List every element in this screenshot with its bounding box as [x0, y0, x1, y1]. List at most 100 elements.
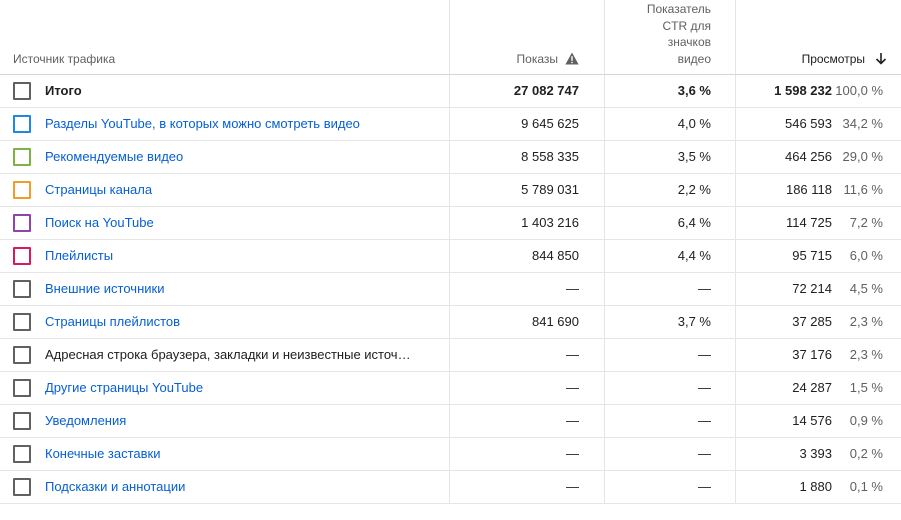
ctr-value: 3,5 %	[677, 149, 711, 164]
traffic-source-name[interactable]: Страницы плейлистов	[45, 306, 180, 338]
table-row: Подсказки и аннотации — — 1 880 0,1 %	[0, 471, 901, 504]
traffic-source-name: Адресная строка браузера, закладки и неи…	[45, 347, 411, 362]
header-ctr-line: видео	[677, 51, 711, 66]
traffic-source-name[interactable]: Подсказки и аннотации	[45, 471, 185, 503]
ctr-value: 4,4 %	[677, 248, 711, 263]
views-value: 3 393	[799, 446, 832, 461]
table-row: Внешние источники — — 72 214 4,5 %	[0, 273, 901, 306]
table-row: Плейлисты 844 850 4,4 % 95 715 6,0 %	[0, 240, 901, 273]
table-row: Рекомендуемые видео 8 558 335 3,5 % 464 256…	[0, 141, 901, 174]
views-value: 114 725	[785, 215, 832, 230]
row-checkbox[interactable]	[13, 313, 31, 331]
header-ctr[interactable]: Показатель CTR для значков видео	[647, 1, 711, 67]
row-checkbox[interactable]	[13, 412, 31, 430]
row-checkbox[interactable]	[13, 445, 31, 463]
ctr-value: —	[698, 380, 711, 395]
ctr-value: 4,0 %	[677, 116, 711, 131]
row-checkbox[interactable]	[13, 148, 31, 166]
traffic-source-name[interactable]: Плейлисты	[45, 240, 113, 272]
views-value: 24 287	[792, 380, 832, 395]
header-impressions-label: Показы	[516, 51, 558, 66]
table-row: Конечные заставки — — 3 393 0,2 %	[0, 438, 901, 471]
table-row: Другие страницы YouTube — — 24 287 1,5 %	[0, 372, 901, 405]
header-views-label: Просмотры	[801, 51, 865, 66]
views-value: 37 176	[792, 347, 832, 362]
views-percent: 4,5 %	[849, 281, 883, 296]
impressions-value: 841 690	[532, 314, 579, 329]
traffic-source-name[interactable]: Поиск на YouTube	[45, 207, 154, 239]
row-checkbox[interactable]	[13, 346, 31, 364]
ctr-value: —	[698, 479, 711, 494]
views-percent: 29,0 %	[842, 149, 883, 164]
impressions-value: 8 558 335	[521, 149, 579, 164]
views-value: 14 576	[792, 413, 832, 428]
row-checkbox[interactable]	[13, 280, 31, 298]
table-row: Страницы канала 5 789 031 2,2 % 186 118 11,6…	[0, 174, 901, 207]
views-value: 1 598 232	[774, 83, 832, 98]
impressions-value: —	[566, 281, 579, 296]
row-checkbox[interactable]	[13, 214, 31, 232]
impressions-value: 27 082 747	[513, 83, 579, 98]
header-views[interactable]: Просмотры	[802, 51, 887, 68]
views-value: 464 256	[785, 149, 832, 164]
impressions-value: 1 403 216	[521, 215, 579, 230]
traffic-source-table: Источник трафика Показы Показатель CTR д…	[0, 0, 901, 504]
row-checkbox[interactable]	[13, 115, 31, 133]
impressions-value: —	[566, 380, 579, 395]
ctr-value: —	[698, 446, 711, 461]
traffic-source-name[interactable]: Рекомендуемые видео	[45, 141, 183, 173]
views-percent: 0,2 %	[849, 446, 883, 461]
views-percent: 34,2 %	[842, 116, 883, 131]
traffic-source-name[interactable]: Уведомления	[45, 405, 126, 437]
row-checkbox[interactable]	[13, 82, 31, 100]
views-value: 72 214	[792, 281, 832, 296]
ctr-value: 2,2 %	[677, 182, 711, 197]
sort-descending-arrow-icon	[875, 53, 887, 65]
traffic-source-name[interactable]: Разделы YouTube, в которых можно смотрет…	[45, 108, 360, 140]
table-header: Источник трафика Показы Показатель CTR д…	[0, 0, 901, 75]
ctr-value: 6,4 %	[677, 215, 711, 230]
row-checkbox[interactable]	[13, 181, 31, 199]
impressions-value: —	[566, 479, 579, 494]
impressions-value: —	[566, 413, 579, 428]
header-ctr-line: CTR для	[662, 18, 712, 33]
impressions-value: —	[566, 347, 579, 362]
impressions-value: 9 645 625	[521, 116, 579, 131]
total-row: Итого 27 082 747 3,6 % 1 598 232 100,0 %	[0, 75, 901, 108]
table-body: Итого 27 082 747 3,6 % 1 598 232 100,0 % Разд…	[0, 75, 901, 504]
views-value: 37 285	[792, 314, 832, 329]
header-ctr-line: значков	[667, 35, 711, 49]
warning-icon[interactable]	[565, 52, 579, 65]
views-percent: 100,0 %	[835, 83, 883, 98]
table-row: Уведомления — — 14 576 0,9 %	[0, 405, 901, 438]
header-ctr-line: Показатель	[646, 2, 711, 16]
views-percent: 1,5 %	[849, 380, 883, 395]
row-checkbox[interactable]	[13, 379, 31, 397]
traffic-source-name[interactable]: Внешние источники	[45, 273, 164, 305]
views-value: 546 593	[785, 116, 832, 131]
table-row: Разделы YouTube, в которых можно смотрет…	[0, 108, 901, 141]
traffic-source-name[interactable]: Страницы канала	[45, 174, 152, 206]
row-checkbox[interactable]	[13, 478, 31, 496]
traffic-source-name[interactable]: Конечные заставки	[45, 438, 161, 470]
views-percent: 0,9 %	[849, 413, 883, 428]
impressions-value: 844 850	[532, 248, 579, 263]
ctr-value: 3,7 %	[677, 314, 711, 329]
header-traffic-source[interactable]: Источник трафика	[13, 51, 115, 68]
table-row: Поиск на YouTube 1 403 216 6,4 % 114 725 7,2…	[0, 207, 901, 240]
views-value: 95 715	[792, 248, 832, 263]
traffic-source-name: Итого	[45, 83, 82, 98]
views-percent: 11,6 %	[843, 182, 883, 197]
table-row: Страницы плейлистов 841 690 3,7 % 37 285 2,3…	[0, 306, 901, 339]
views-percent: 7,2 %	[849, 215, 883, 230]
views-percent: 2,3 %	[849, 347, 883, 362]
ctr-value: 3,6 %	[677, 83, 711, 98]
header-impressions[interactable]: Показы	[517, 51, 579, 68]
row-checkbox[interactable]	[13, 247, 31, 265]
table-row: Адресная строка браузера, закладки и неи…	[0, 339, 901, 372]
views-percent: 6,0 %	[849, 248, 883, 263]
ctr-value: —	[698, 281, 711, 296]
views-value: 186 118	[785, 182, 832, 197]
views-value: 1 880	[799, 479, 832, 494]
traffic-source-name[interactable]: Другие страницы YouTube	[45, 372, 203, 404]
